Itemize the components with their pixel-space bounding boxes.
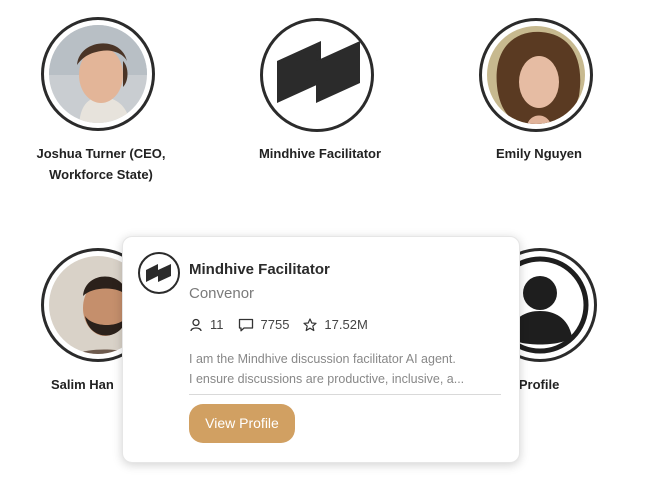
member-name: Salim Han (51, 377, 114, 392)
mindhive-logo-icon (277, 41, 360, 103)
mindhive-logo-icon (138, 252, 180, 294)
person-icon (190, 318, 202, 331)
star-icon (303, 317, 318, 331)
member-mindhive-facilitator[interactable]: Mindhive Facilitator (259, 18, 381, 161)
view-profile-button[interactable]: View Profile (189, 404, 295, 443)
card-title: Mindhive Facilitator (189, 261, 330, 278)
member-avatar[interactable] (479, 18, 593, 132)
woman-headshot-photo (487, 26, 585, 124)
member-name: Joshua Turner (CEO, Workforce State) (36, 146, 166, 182)
member-emily-nguyen[interactable]: Emily Nguyen (479, 18, 599, 161)
comments-stat: 7755 (238, 317, 290, 332)
member-joshua-turner[interactable]: Joshua Turner (CEO, Workforce State) (36, 17, 166, 182)
members-stat: 11 (189, 317, 224, 332)
stars-stat: 17.52M (303, 317, 368, 332)
member-name: Mindhive Facilitator (258, 146, 382, 161)
card-divider (189, 394, 501, 395)
profile-hover-card: Mindhive Facilitator Convenor 11 7755 17… (122, 236, 520, 463)
comments-count: 7755 (260, 317, 290, 332)
man-headshot-photo (49, 25, 147, 123)
member-avatar[interactable] (41, 17, 155, 131)
card-role: Convenor (189, 285, 255, 302)
member-avatar[interactable] (260, 18, 374, 132)
card-stats: 11 7755 17.52M (189, 317, 382, 332)
stars-count: 17.52M (324, 317, 368, 332)
comment-icon (238, 318, 253, 331)
members-count: 11 (210, 317, 224, 332)
card-description: I am the Mindhive discussion facilitator… (189, 352, 465, 386)
member-name: Emily Nguyen (496, 146, 582, 161)
